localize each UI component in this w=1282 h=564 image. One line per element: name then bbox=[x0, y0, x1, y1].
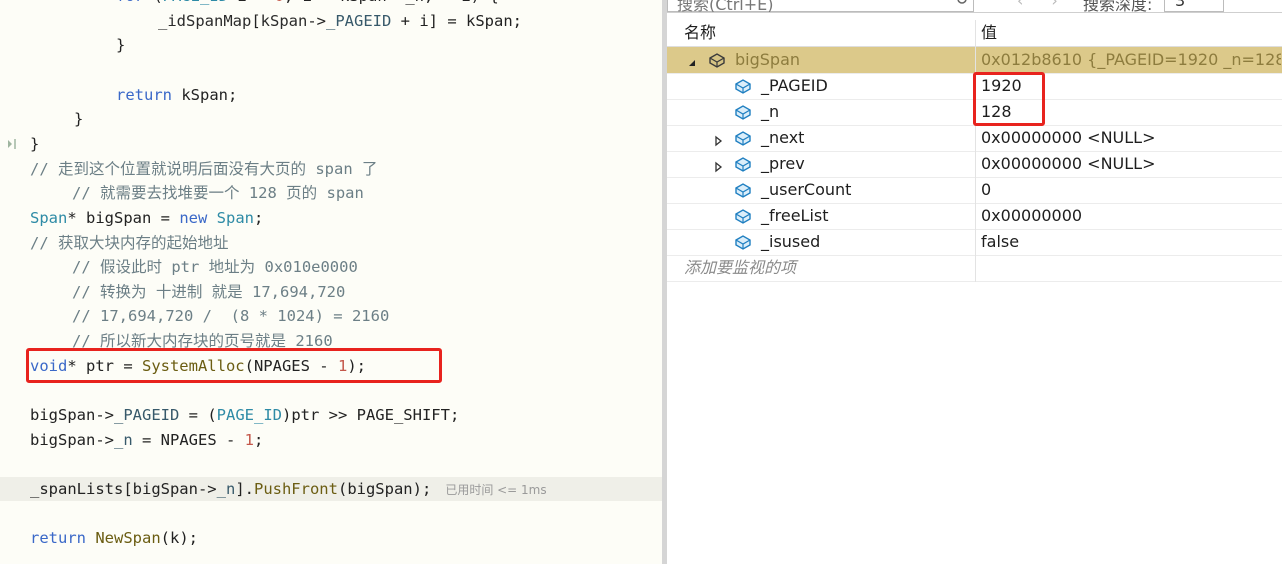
code-token: } bbox=[74, 110, 84, 129]
elapsed-time-hint: 已用时间 <= 1ms bbox=[445, 483, 547, 497]
collapsed-triangle-icon[interactable] bbox=[713, 158, 723, 173]
watch-row-name: bigSpan bbox=[735, 50, 801, 69]
field-cube-icon bbox=[733, 130, 753, 146]
code-token: ; i < kSpan->_n; ++i) { bbox=[284, 0, 499, 5]
code-token: ; bbox=[253, 208, 264, 227]
code-token: return bbox=[116, 85, 172, 104]
code-token: PushFront bbox=[253, 480, 338, 498]
field-cube-icon bbox=[733, 182, 753, 198]
watch-row-value[interactable]: 0x00000000 bbox=[981, 203, 1281, 229]
code-token: i = bbox=[228, 0, 275, 5]
code-token: _PAGEID bbox=[114, 406, 180, 425]
search-depth-label: 搜索深度: bbox=[1083, 0, 1153, 13]
code-token: -> bbox=[307, 11, 327, 30]
search-input-label: 搜索(Ctrl+E) bbox=[677, 0, 774, 13]
watch-row-value[interactable]: 0x00000000 <NULL> bbox=[981, 151, 1281, 177]
code-token: 0 bbox=[275, 0, 284, 5]
field-cube-icon bbox=[733, 78, 753, 94]
watch-row-name: _next bbox=[761, 128, 805, 147]
watch-row-name: _isused bbox=[761, 232, 821, 251]
highlight-box-systemalloc bbox=[26, 348, 442, 383]
code-token: Span bbox=[30, 208, 68, 227]
code-token: } bbox=[116, 36, 126, 55]
code-token: kSpan bbox=[260, 11, 308, 30]
highlight-box-values bbox=[973, 72, 1045, 126]
code-token: _idSpanMap bbox=[158, 11, 252, 30]
code-token: // 假设此时 ptr 地址为 0x010e0000 bbox=[72, 258, 358, 277]
code-token: NewSpan bbox=[95, 529, 161, 548]
search-icon[interactable] bbox=[957, 0, 969, 6]
add-watch-placeholder[interactable]: 添加要监视的项 bbox=[684, 255, 796, 281]
search-depth-select[interactable] bbox=[1164, 0, 1224, 12]
field-cube-icon bbox=[733, 104, 753, 120]
field-cube-icon bbox=[733, 156, 753, 172]
code-token: 1 bbox=[244, 430, 254, 449]
code-editor[interactable]: for (PAGE_ID i = 0; i < kSpan->_n; ++i) … bbox=[0, 0, 662, 564]
field-cube-icon bbox=[707, 52, 727, 68]
code-token: _PAGEID bbox=[326, 11, 392, 30]
watch-row-name: _PAGEID bbox=[761, 76, 828, 95]
watch-row-value[interactable]: false bbox=[981, 229, 1281, 255]
code-token: ; bbox=[254, 430, 264, 449]
search-depth-value: 3 bbox=[1175, 0, 1186, 10]
code-token: // 转换为 十进制 就是 17,694,720 bbox=[72, 282, 346, 301]
code-token: new bbox=[179, 208, 208, 227]
code-token: kSpan; bbox=[172, 85, 238, 104]
code-token: [ bbox=[251, 11, 261, 30]
breakpoint-arrow-icon[interactable] bbox=[6, 137, 20, 151]
watch-row-name: _userCount bbox=[761, 180, 852, 199]
watch-row-value[interactable]: 0 bbox=[981, 177, 1281, 203]
code-token: PAGE_ID bbox=[216, 406, 282, 425]
column-header-name[interactable]: 名称 bbox=[684, 20, 716, 46]
code-token: (bigSpan); bbox=[337, 480, 432, 498]
code-token: // 获取大块内存的起始地址 bbox=[30, 233, 229, 252]
collapsed-triangle-icon[interactable] bbox=[713, 132, 723, 147]
watch-row-value[interactable]: 0x012b8610 {_PAGEID=1920 _n=128 _next=0x… bbox=[981, 47, 1281, 73]
code-token: bigSpan-> bbox=[30, 406, 114, 425]
code-token: (k); bbox=[160, 529, 198, 548]
code-token: = NPAGES - bbox=[132, 430, 245, 449]
code-line[interactable]: _spanLists[bigSpan->_n].PushFront(bigSpa… bbox=[0, 477, 662, 501]
code-token: ]. bbox=[235, 480, 254, 498]
watch-search-bar: 搜索(Ctrl+E) ‹› 搜索深度: 3 bbox=[667, 0, 1282, 13]
code-token: } bbox=[30, 134, 40, 153]
field-cube-icon bbox=[733, 234, 753, 250]
column-separator[interactable] bbox=[975, 20, 976, 282]
watch-row-name: _n bbox=[761, 102, 780, 121]
code-token: PAGE_ID bbox=[163, 0, 228, 5]
code-token: return bbox=[30, 529, 86, 548]
watch-row-name: _freeList bbox=[761, 206, 829, 225]
code-token: // 走到这个位置就说明后面没有大页的 span 了 bbox=[30, 159, 378, 178]
code-token: // 17,694,720 / (8 * 1024) = 2160 bbox=[72, 307, 390, 326]
code-token: bigSpan-> bbox=[30, 430, 114, 449]
code-token: for bbox=[116, 0, 144, 5]
field-cube-icon bbox=[733, 208, 753, 224]
code-token: // 就需要去找堆要一个 128 页的 span bbox=[72, 184, 364, 203]
code-token: ( bbox=[144, 0, 162, 5]
code-token: = ( bbox=[179, 406, 217, 425]
code-token: )ptr >> PAGE_SHIFT; bbox=[281, 406, 460, 425]
search-nav-arrows[interactable]: ‹› bbox=[1017, 0, 1086, 10]
code-token: _n bbox=[114, 430, 133, 449]
watch-window: 搜索(Ctrl+E) ‹› 搜索深度: 3 名称 值 bigSpan 0x012b… bbox=[667, 0, 1282, 564]
code-token: * bigSpan = bbox=[67, 208, 180, 227]
code-token: + i] = kSpan; bbox=[391, 11, 522, 30]
watch-row-name: _prev bbox=[761, 154, 805, 173]
code-token: Span bbox=[216, 208, 254, 227]
expanded-triangle-icon[interactable] bbox=[687, 54, 697, 66]
code-token: _spanLists[bigSpan-> bbox=[30, 480, 217, 498]
column-header-value[interactable]: 值 bbox=[981, 20, 997, 46]
watch-row-value[interactable]: 0x00000000 <NULL> bbox=[981, 125, 1281, 151]
code-token: _n bbox=[216, 480, 236, 498]
